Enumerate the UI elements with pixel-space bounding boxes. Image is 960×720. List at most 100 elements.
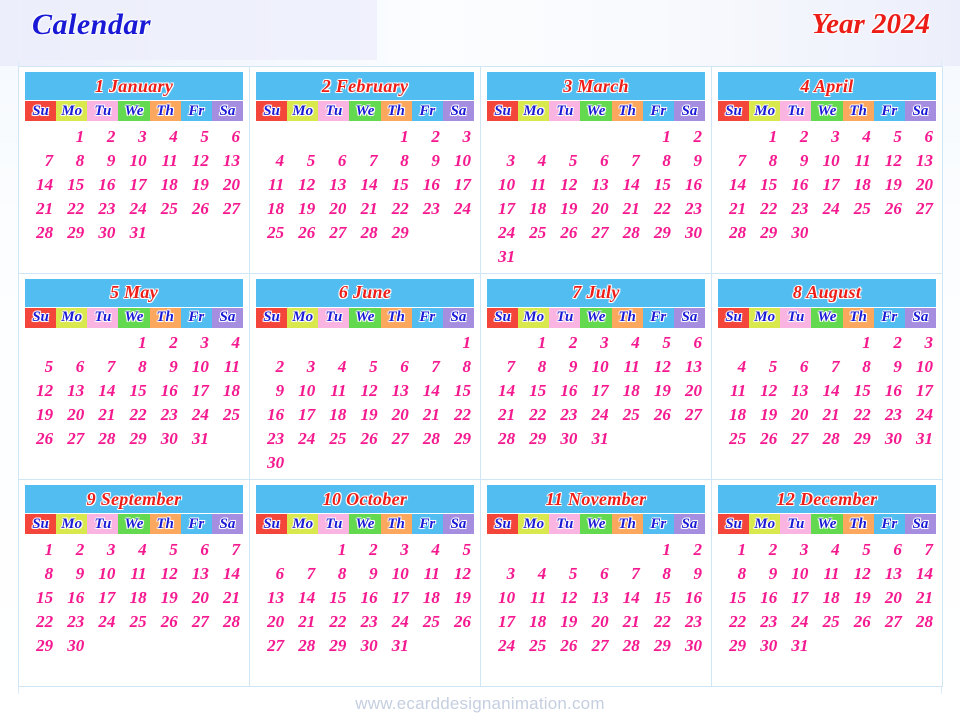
day-cell[interactable]: 11: [318, 379, 349, 403]
day-cell[interactable]: 8: [718, 561, 749, 585]
day-cell[interactable]: 23: [349, 609, 380, 633]
day-cell[interactable]: 4: [518, 148, 549, 172]
day-cell[interactable]: 31: [118, 220, 149, 244]
day-cell[interactable]: 4: [256, 148, 287, 172]
day-cell[interactable]: 7: [612, 561, 643, 585]
day-cell[interactable]: 6: [56, 355, 87, 379]
day-cell[interactable]: 5: [181, 124, 212, 148]
day-cell[interactable]: 17: [287, 403, 318, 427]
day-cell[interactable]: 8: [118, 355, 149, 379]
day-cell[interactable]: 4: [318, 355, 349, 379]
day-cell[interactable]: 30: [349, 633, 380, 657]
day-cell[interactable]: 9: [780, 148, 811, 172]
day-cell[interactable]: 21: [287, 609, 318, 633]
day-cell[interactable]: 25: [118, 609, 149, 633]
day-cell[interactable]: 21: [905, 585, 936, 609]
day-cell[interactable]: 30: [749, 633, 780, 657]
day-cell[interactable]: 11: [843, 148, 874, 172]
day-cell[interactable]: 12: [150, 561, 181, 585]
day-cell[interactable]: 24: [780, 609, 811, 633]
day-cell[interactable]: 15: [381, 172, 412, 196]
day-cell[interactable]: 27: [256, 633, 287, 657]
day-cell[interactable]: 11: [212, 355, 243, 379]
day-cell[interactable]: 14: [87, 379, 118, 403]
day-cell[interactable]: 24: [87, 609, 118, 633]
day-cell[interactable]: 13: [874, 561, 905, 585]
day-cell[interactable]: 23: [674, 196, 705, 220]
day-cell[interactable]: 9: [150, 355, 181, 379]
day-cell[interactable]: 3: [287, 355, 318, 379]
day-cell[interactable]: 6: [874, 537, 905, 561]
day-cell[interactable]: 7: [718, 148, 749, 172]
day-cell[interactable]: 16: [87, 172, 118, 196]
day-cell[interactable]: 15: [718, 585, 749, 609]
day-cell[interactable]: 29: [518, 427, 549, 451]
day-cell[interactable]: 21: [87, 403, 118, 427]
day-cell[interactable]: 8: [749, 148, 780, 172]
day-cell[interactable]: 21: [212, 585, 243, 609]
day-cell[interactable]: 13: [580, 585, 611, 609]
day-cell[interactable]: 3: [443, 124, 474, 148]
day-cell[interactable]: 17: [87, 585, 118, 609]
day-cell[interactable]: 14: [25, 172, 56, 196]
day-cell[interactable]: 14: [287, 585, 318, 609]
day-cell[interactable]: 18: [843, 172, 874, 196]
day-cell[interactable]: 17: [580, 379, 611, 403]
day-cell[interactable]: 12: [749, 379, 780, 403]
day-cell[interactable]: 2: [674, 537, 705, 561]
day-cell[interactable]: 22: [381, 196, 412, 220]
day-cell[interactable]: 19: [181, 172, 212, 196]
day-cell[interactable]: 17: [381, 585, 412, 609]
day-cell[interactable]: 17: [905, 379, 936, 403]
day-cell[interactable]: 22: [643, 196, 674, 220]
day-cell[interactable]: 30: [780, 220, 811, 244]
day-cell[interactable]: 26: [181, 196, 212, 220]
day-cell[interactable]: 1: [749, 124, 780, 148]
day-cell[interactable]: 25: [843, 196, 874, 220]
day-cell[interactable]: 16: [412, 172, 443, 196]
day-cell[interactable]: 11: [412, 561, 443, 585]
day-cell[interactable]: 8: [25, 561, 56, 585]
day-cell[interactable]: 9: [549, 355, 580, 379]
day-cell[interactable]: 29: [318, 633, 349, 657]
day-cell[interactable]: 1: [843, 331, 874, 355]
day-cell[interactable]: 20: [381, 403, 412, 427]
day-cell[interactable]: 26: [874, 196, 905, 220]
day-cell[interactable]: 4: [718, 355, 749, 379]
day-cell[interactable]: 28: [487, 427, 518, 451]
day-cell[interactable]: 26: [443, 609, 474, 633]
day-cell[interactable]: 24: [580, 403, 611, 427]
day-cell[interactable]: 18: [811, 585, 842, 609]
day-cell[interactable]: 27: [580, 633, 611, 657]
day-cell[interactable]: 28: [612, 633, 643, 657]
day-cell[interactable]: 5: [874, 124, 905, 148]
day-cell[interactable]: 13: [56, 379, 87, 403]
day-cell[interactable]: 27: [580, 220, 611, 244]
day-cell[interactable]: 18: [518, 196, 549, 220]
day-cell[interactable]: 10: [905, 355, 936, 379]
day-cell[interactable]: 22: [318, 609, 349, 633]
day-cell[interactable]: 31: [905, 427, 936, 451]
day-cell[interactable]: 9: [674, 148, 705, 172]
day-cell[interactable]: 15: [318, 585, 349, 609]
day-cell[interactable]: 2: [749, 537, 780, 561]
day-cell[interactable]: 3: [487, 561, 518, 585]
day-cell[interactable]: 12: [25, 379, 56, 403]
day-cell[interactable]: 10: [87, 561, 118, 585]
day-cell[interactable]: 3: [87, 537, 118, 561]
day-cell[interactable]: 6: [256, 561, 287, 585]
day-cell[interactable]: 31: [381, 633, 412, 657]
day-cell[interactable]: 1: [718, 537, 749, 561]
day-cell[interactable]: 14: [612, 585, 643, 609]
day-cell[interactable]: 22: [749, 196, 780, 220]
day-cell[interactable]: 1: [25, 537, 56, 561]
day-cell[interactable]: 12: [287, 172, 318, 196]
day-cell[interactable]: 9: [674, 561, 705, 585]
day-cell[interactable]: 4: [212, 331, 243, 355]
day-cell[interactable]: 24: [443, 196, 474, 220]
day-cell[interactable]: 17: [181, 379, 212, 403]
day-cell[interactable]: 23: [549, 403, 580, 427]
day-cell[interactable]: 16: [56, 585, 87, 609]
day-cell[interactable]: 14: [718, 172, 749, 196]
day-cell[interactable]: 24: [118, 196, 149, 220]
